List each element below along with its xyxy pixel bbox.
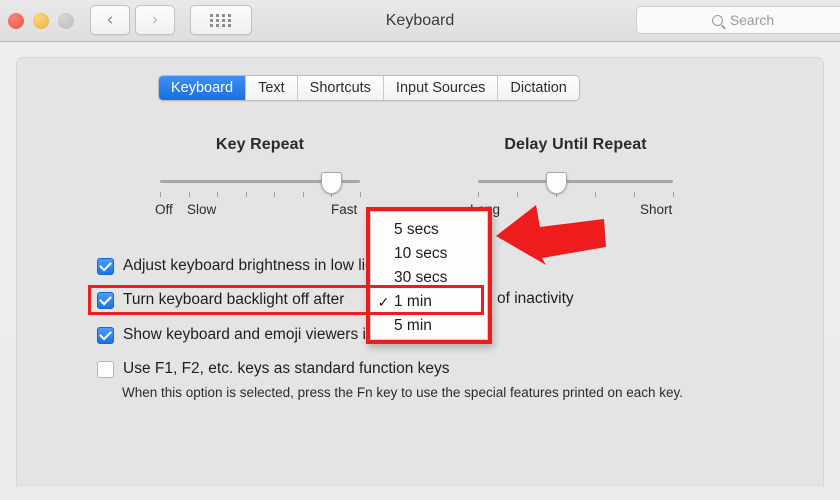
search-placeholder: Search [729,12,775,28]
slider-tick [673,192,674,197]
tab-keyboard[interactable]: Keyboard [159,76,247,100]
slider-tick [478,192,479,197]
slider-tick [517,192,518,197]
checkbox-show-viewers[interactable] [97,326,114,344]
menu-label-5-min: 5 min [394,317,432,334]
delay-repeat-thumb[interactable] [546,172,567,194]
search-input[interactable]: Search [636,6,840,34]
function-keys-hint: When this option is selected, press the … [122,385,684,400]
delay-repeat-label-short: Short [640,202,673,217]
menu-item-5-min[interactable]: 5 min [371,314,487,338]
backlight-delay-menu-highlight: 5 secs 10 secs 30 secs ✓ 1 min 5 min [366,207,492,344]
slider-tick [160,192,161,197]
checkbox-row-adjust-brightness[interactable]: Adjust keyboard brightness in low light [97,257,387,275]
slider-tick [188,192,190,197]
slider-tick [360,192,361,197]
preferences-window: ‹ › Keyboard Search Keyboard Text Shortc… [0,0,840,500]
slider-tick [634,192,635,197]
menu-label-5-secs: 5 secs [394,221,439,238]
key-repeat-slider-group: Key Repeat Off Slow Fast [155,136,365,221]
menu-label-10-secs: 10 secs [394,245,448,262]
delay-repeat-title: Delay Until Repeat [504,136,647,153]
menu-item-5-secs[interactable]: 5 secs [371,218,487,242]
slider-tick [274,192,276,197]
key-repeat-title: Key Repeat [215,136,305,153]
tab-bar: Keyboard Text Shortcuts Input Sources Di… [158,75,580,101]
key-repeat-label-slow: Slow [187,202,217,217]
slider-tick [302,192,304,197]
slider-tick [245,192,247,197]
red-highlight-box [88,285,484,315]
tab-input-sources[interactable]: Input Sources [383,76,499,100]
window-toolbar: ‹ › Keyboard Search [0,0,840,42]
checkbox-label-function-keys: Use F1, F2, etc. keys as standard functi… [123,360,450,377]
slider-tick [217,192,219,197]
key-repeat-thumb[interactable] [321,172,343,194]
delay-repeat-track[interactable] [478,180,673,183]
checkbox-row-function-keys[interactable]: Use F1, F2, etc. keys as standard functi… [97,360,450,378]
key-repeat-label-fast: Fast [331,202,358,217]
key-repeat-label-off: Off [155,202,173,217]
tab-text[interactable]: Text [246,76,298,100]
checkbox-label-adjust-brightness: Adjust keyboard brightness in low light [123,257,387,274]
search-icon [711,14,723,26]
menu-item-10-secs[interactable]: 10 secs [371,242,487,266]
tab-shortcuts[interactable]: Shortcuts [297,76,384,100]
red-left-arrow-icon [496,205,606,265]
backlight-delay-menu: 5 secs 10 secs 30 secs ✓ 1 min 5 min [370,211,488,340]
slider-tick [595,192,596,197]
delay-repeat-ticks [478,192,674,198]
checkbox-function-keys[interactable] [97,360,114,378]
checkbox-adjust-brightness[interactable] [97,257,114,275]
backlight-row-trailing-text: of inactivity [497,290,574,307]
tab-dictation[interactable]: Dictation [498,76,579,100]
